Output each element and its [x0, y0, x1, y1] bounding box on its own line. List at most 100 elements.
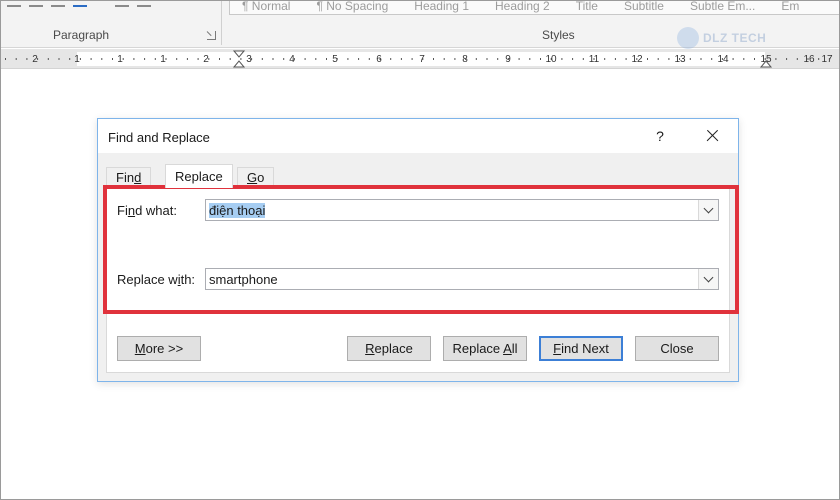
tab-find-label: Fin: [116, 170, 135, 185]
ruler-tick: [540, 58, 541, 60]
ruler-tick: [433, 58, 434, 60]
ruler-tick: [315, 58, 317, 60]
ruler-tick: [711, 58, 713, 60]
ruler-tick: [112, 58, 113, 60]
ruler-tick: [176, 58, 178, 60]
ruler-tick: [454, 58, 456, 60]
ruler-tick: [465, 58, 467, 60]
ruler-tick: [518, 58, 520, 60]
ruler-tick: [47, 58, 49, 60]
ruler-tick: [561, 58, 563, 60]
ruler-tick: [786, 58, 788, 60]
tab-find[interactable]: Find: [106, 167, 152, 187]
ruler-tick: [775, 58, 777, 60]
ruler-tick: [347, 58, 349, 60]
ruler-tick: [379, 58, 381, 60]
ruler-tick: [133, 58, 135, 60]
ruler-tick: [144, 58, 146, 60]
ruler-tick: [165, 58, 167, 60]
ruler-tick: [604, 58, 606, 60]
paragraph-group-label: Paragraph: [53, 28, 110, 42]
ruler-tick: [796, 58, 798, 60]
ruler-tick: [336, 58, 338, 60]
ruler-tick: [400, 58, 402, 60]
ruler-tick: [721, 58, 723, 60]
ruler-tick-label: 1: [117, 54, 123, 65]
ruler-tick: [240, 58, 242, 60]
ruler-tick: [37, 58, 39, 60]
ruler-tick: [636, 58, 638, 60]
ruler-tick-label: 17: [821, 54, 833, 65]
styles-gallery[interactable]: ¶ Normal ¶ No Spacing Heading 1 Heading 2 Ti…: [229, 1, 839, 15]
list-icon[interactable]: [29, 1, 43, 7]
ruler-tick: [700, 58, 702, 60]
tab-go-to[interactable]: Go To: [237, 167, 275, 205]
close-icon[interactable]: [698, 125, 726, 147]
tab-replace[interactable]: Replace: [165, 164, 233, 188]
ruler-tick: [475, 58, 477, 60]
ruler-tick: [69, 58, 71, 60]
ruler-tick: [79, 58, 81, 60]
more-button[interactable]: More >>: [117, 336, 201, 361]
ruler-tick: [647, 58, 648, 60]
chevron-down-icon[interactable]: [698, 269, 718, 289]
replace-tab-panel: Find what: điện thoại Replace with: smar…: [106, 187, 730, 373]
style-gallery-item[interactable]: Heading 1: [414, 1, 469, 12]
ruler-tick: [101, 58, 103, 60]
style-gallery-item[interactable]: Title: [576, 1, 598, 12]
style-gallery-item[interactable]: ¶ No Spacing: [316, 1, 388, 12]
ruler-tick: [368, 58, 370, 60]
tab-find-accesskey: d: [134, 170, 142, 185]
replace-with-value: smartphone: [209, 272, 278, 287]
borders-icon[interactable]: [137, 1, 151, 7]
ruler-tick: [657, 58, 659, 60]
paragraph-dialog-launcher-icon[interactable]: [207, 31, 216, 40]
replace-all-button[interactable]: Replace All: [443, 336, 527, 361]
close-button[interactable]: Close: [635, 336, 719, 361]
ruler-tick: [550, 58, 552, 60]
style-gallery-item[interactable]: Subtle Em...: [690, 1, 755, 12]
replace-with-combobox[interactable]: smartphone: [205, 268, 719, 290]
ruler-tick: [743, 58, 745, 60]
ruler-tick-label: 13: [674, 54, 686, 65]
ruler-tick: [443, 58, 445, 60]
ruler-tick: [807, 58, 809, 60]
dialog-title-bar[interactable]: Find and Replace ?: [98, 119, 738, 153]
style-gallery-item[interactable]: ¶ Normal: [242, 1, 290, 12]
list-icon[interactable]: [7, 1, 21, 7]
chevron-down-icon[interactable]: [698, 200, 718, 220]
ruler-tick: [283, 58, 285, 60]
ruler-tick: [593, 58, 595, 60]
ruler-tick: [764, 58, 766, 60]
style-gallery-item[interactable]: Em: [781, 1, 799, 12]
style-gallery-item[interactable]: Subtitle: [624, 1, 664, 12]
list-icon[interactable]: [51, 1, 65, 7]
horizontal-ruler[interactable]: 2111234567891011121314151617: [1, 49, 839, 69]
ruler-tick: [818, 58, 820, 60]
help-button[interactable]: ?: [648, 125, 672, 147]
ruler-tick: [5, 58, 6, 60]
watermark-logo-icon: [677, 27, 699, 49]
find-next-button[interactable]: Find Next: [539, 336, 623, 361]
ruler-tick: [358, 58, 360, 60]
replace-button[interactable]: Replace: [347, 336, 431, 361]
ruler-tick: [197, 58, 199, 60]
ruler-tick: [90, 58, 92, 60]
show-marks-icon[interactable]: [115, 1, 129, 7]
ruler-tick: [625, 58, 627, 60]
style-gallery-item[interactable]: Heading 2: [495, 1, 550, 12]
ruler-tick: [689, 58, 691, 60]
dialog-title: Find and Replace: [108, 130, 210, 145]
watermark-logo: DLZ TECH: [677, 25, 797, 51]
ruler-tick: [229, 58, 231, 60]
ruler-tick: [261, 58, 263, 60]
ruler-tick: [58, 58, 60, 60]
ruler-tick: [304, 58, 306, 60]
ruler-tick: [186, 58, 188, 60]
tab-replace-label: Re: [175, 169, 192, 184]
ruler-tick: [293, 58, 295, 60]
sort-icon[interactable]: [73, 1, 87, 7]
ruler-tick-label: 14: [717, 54, 729, 65]
find-what-combobox[interactable]: điện thoại: [205, 199, 719, 221]
tab-replace-accesskey: p: [191, 169, 199, 184]
